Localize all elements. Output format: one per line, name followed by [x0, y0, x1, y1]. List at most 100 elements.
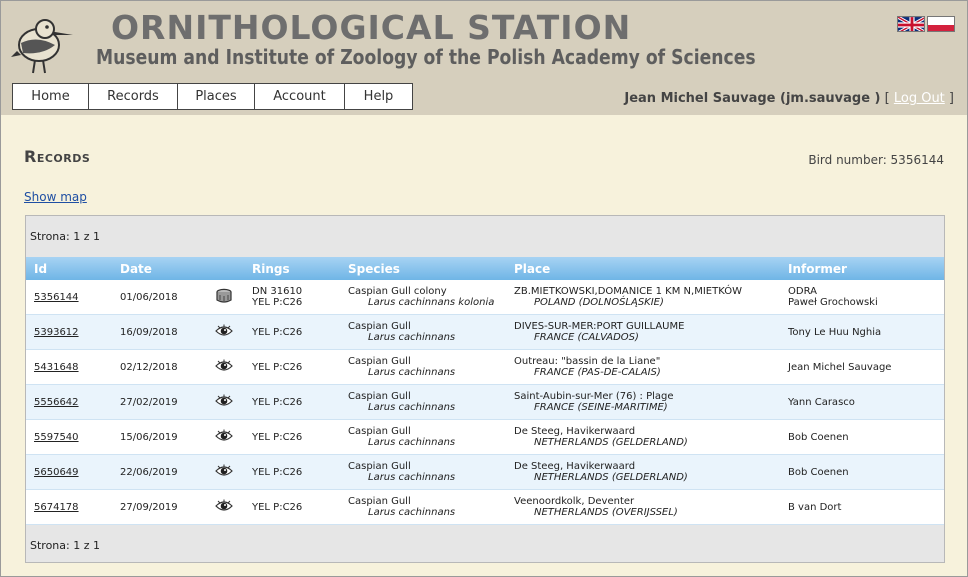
col-id[interactable]: Id — [26, 257, 112, 280]
record-id-link[interactable]: 5393612 — [34, 327, 79, 338]
table-row: 5393612 16/09/2018 YEL P:C26 Caspian Gul… — [26, 314, 944, 350]
nav-help[interactable]: Help — [344, 83, 413, 110]
cell-species: Caspian Gull Larus cachinnans — [340, 384, 506, 420]
col-date[interactable]: Date — [112, 257, 206, 280]
cell-date: 16/09/2018 — [112, 314, 206, 350]
cell-place: De Steeg, Havikerwaard NETHERLANDS (GELDE… — [506, 454, 780, 490]
cell-rings: YEL P:C26 — [244, 489, 340, 525]
cell-species: Caspian Gull Larus cachinnans — [340, 314, 506, 350]
nav-records[interactable]: Records — [88, 83, 178, 110]
eye-icon[interactable] — [215, 359, 233, 373]
place-name: Outreau: "bassin de la Liane" — [514, 356, 661, 367]
page-title: Records — [24, 147, 91, 166]
col-rings[interactable]: Rings — [244, 257, 340, 280]
species-latin: Larus cachinnans — [368, 367, 456, 378]
cell-rings: YEL P:C26 — [244, 384, 340, 420]
eye-icon[interactable] — [215, 499, 233, 513]
informer-name: Jean Michel Sauvage — [788, 361, 892, 373]
col-place[interactable]: Place — [506, 257, 780, 280]
species-latin: Larus cachinnans — [368, 402, 456, 413]
cell-informer: Jean Michel Sauvage — [780, 349, 944, 385]
place-country: NETHERLANDS (GELDERLAND) — [534, 437, 688, 448]
cell-date: 22/06/2019 — [112, 454, 206, 490]
eye-icon[interactable] — [215, 324, 233, 338]
record-id-link[interactable]: 5650649 — [34, 467, 79, 478]
main-nav: Home Records Places Account Help — [12, 83, 413, 110]
pager-top: Strona: 1 z 1 — [30, 230, 100, 243]
pager-bottom: Strona: 1 z 1 — [30, 539, 100, 552]
ring-icon[interactable] — [215, 288, 233, 303]
cell-icon — [206, 489, 244, 525]
show-map-link[interactable]: Show map — [24, 190, 87, 204]
record-id-link[interactable]: 5431648 — [34, 362, 79, 373]
col-icon — [206, 257, 244, 280]
species-name: Caspian Gull — [348, 496, 411, 507]
cell-informer: ODRA Paweł Grochowski — [780, 280, 944, 315]
species-latin: Larus cachinnans kolonia — [368, 297, 495, 308]
cell-place: Outreau: "bassin de la Liane" FRANCE (PAS… — [506, 349, 780, 385]
cell-id: 5674178 — [26, 489, 112, 525]
eye-icon[interactable] — [215, 429, 233, 443]
uk-flag-icon[interactable] — [897, 16, 925, 32]
record-id-link[interactable]: 5674178 — [34, 502, 79, 513]
col-informer[interactable]: Informer — [780, 257, 944, 280]
species-name: Caspian Gull — [348, 391, 411, 402]
place-country: FRANCE (PAS-DE-CALAIS) — [534, 367, 661, 378]
species-latin: Larus cachinnans — [368, 472, 456, 483]
record-id-link[interactable]: 5597540 — [34, 432, 79, 443]
place-name: DIVES-SUR-MER:PORT GUILLAUME — [514, 321, 685, 332]
cell-rings: DN 31610 YEL P:C26 — [244, 280, 340, 315]
cell-date: 27/02/2019 — [112, 384, 206, 420]
record-id-link[interactable]: 5556642 — [34, 397, 79, 408]
cell-informer: Yann Carasco — [780, 384, 944, 420]
cell-rings: YEL P:C26 — [244, 314, 340, 350]
records-panel: Strona: 1 z 1 Id Date Rings Species Plac… — [25, 215, 945, 563]
cell-icon — [206, 384, 244, 420]
place-country: NETHERLANDS (OVERIJSSEL) — [534, 507, 678, 518]
col-species[interactable]: Species — [340, 257, 506, 280]
cell-date: 01/06/2018 — [112, 280, 206, 315]
ring-code: DN 31610 — [252, 286, 303, 297]
cell-informer: Bob Coenen — [780, 454, 944, 490]
table-row: 5431648 02/12/2018 YEL P:C26 Caspian Gul… — [26, 349, 944, 385]
ring-code: YEL P:C26 — [252, 501, 303, 513]
eye-icon[interactable] — [215, 464, 233, 478]
cell-species: Caspian Gull colony Larus cachinnans kolo… — [340, 280, 506, 315]
records-table-body: 5356144 01/06/2018 DN 31610 YEL P:C26 Cas… — [26, 280, 944, 525]
nav-home[interactable]: Home — [12, 83, 89, 110]
cell-icon — [206, 419, 244, 455]
ring-code: YEL P:C26 — [252, 431, 303, 443]
cell-date: 27/09/2019 — [112, 489, 206, 525]
user-name: Jean Michel Sauvage (jm.sauvage ) — [624, 91, 881, 106]
nav-account[interactable]: Account — [254, 83, 345, 110]
table-row: 5674178 27/09/2019 YEL P:C26 Caspian Gul… — [26, 489, 944, 525]
poland-flag-icon[interactable] — [927, 16, 955, 32]
cell-species: Caspian Gull Larus cachinnans — [340, 489, 506, 525]
logout-link[interactable]: Log Out — [894, 91, 945, 106]
cell-rings: YEL P:C26 — [244, 419, 340, 455]
site-title: ORNITHOLOGICAL STATION — [111, 8, 632, 47]
eye-icon[interactable] — [215, 394, 233, 408]
cell-species: Caspian Gull Larus cachinnans — [340, 419, 506, 455]
cell-id: 5431648 — [26, 349, 112, 385]
place-name: De Steeg, Havikerwaard — [514, 426, 636, 437]
table-header-row: Id Date Rings Species Place Informer — [26, 257, 944, 280]
place-name: De Steeg, Havikerwaard — [514, 461, 636, 472]
species-latin: Larus cachinnans — [368, 507, 456, 518]
bracket-open: [ — [880, 91, 894, 106]
cell-rings: YEL P:C26 — [244, 349, 340, 385]
cell-icon — [206, 454, 244, 490]
record-id-link[interactable]: 5356144 — [34, 292, 79, 303]
nav-places[interactable]: Places — [177, 83, 255, 110]
informer-name: Bob Coenen — [788, 466, 849, 478]
site-subtitle: Museum and Institute of Zoology of the P… — [96, 45, 756, 69]
cell-date: 02/12/2018 — [112, 349, 206, 385]
informer-name: Yann Carasco — [788, 396, 855, 408]
bracket-close: ] — [944, 91, 954, 106]
cell-icon — [206, 280, 244, 315]
cell-place: Saint-Aubin-sur-Mer (76) : Plage FRANCE (… — [506, 384, 780, 420]
bird-logo-icon — [11, 19, 73, 74]
place-country: POLAND (DOLNOŚLĄSKIE) — [534, 297, 664, 308]
cell-id: 5650649 — [26, 454, 112, 490]
table-row: 5650649 22/06/2019 YEL P:C26 Caspian Gul… — [26, 454, 944, 490]
